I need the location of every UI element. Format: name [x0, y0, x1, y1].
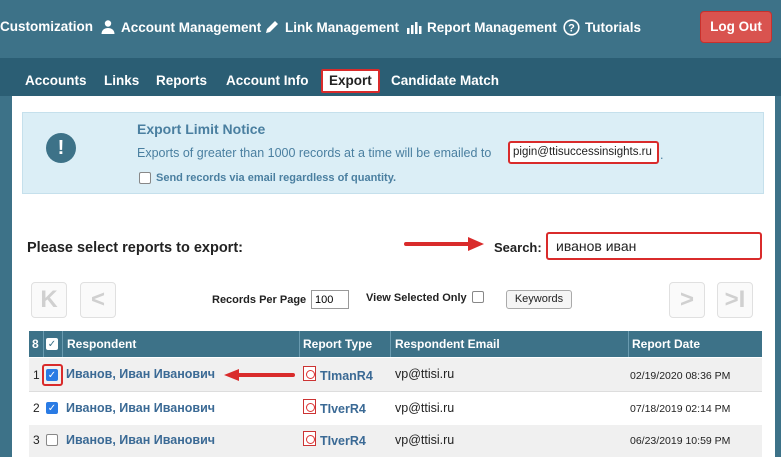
- help-circle-icon: ?: [563, 19, 580, 36]
- report-date: 06/23/2019 10:59 PM: [630, 435, 731, 447]
- tab-candidate-match[interactable]: Candidate Match: [391, 73, 499, 88]
- pdf-icon[interactable]: [303, 366, 316, 381]
- notice-title: Export Limit Notice: [137, 121, 266, 137]
- selected-count: 8: [32, 337, 39, 351]
- row-checkbox[interactable]: [46, 434, 58, 446]
- logout-button[interactable]: Log Out: [700, 11, 772, 43]
- report-date: 07/18/2019 02:14 PM: [630, 403, 731, 415]
- respondent-name-link[interactable]: Иванов, Иван Иванович: [66, 401, 215, 415]
- left-strip: [0, 96, 12, 457]
- svg-text:?: ?: [568, 23, 575, 35]
- next-page-button[interactable]: >: [669, 282, 705, 318]
- notice-period: .: [660, 148, 664, 162]
- users-icon: [101, 20, 115, 34]
- nav-tutorials[interactable]: ? Tutorials: [563, 19, 641, 36]
- tab-accounts[interactable]: Accounts: [25, 73, 87, 88]
- search-label: Search:: [494, 240, 542, 255]
- row-number: 3: [33, 433, 40, 447]
- header-report-type[interactable]: Report Type: [303, 337, 372, 351]
- report-type-link[interactable]: TIverR4: [320, 402, 366, 416]
- header-date[interactable]: Report Date: [632, 337, 700, 351]
- nav-customization[interactable]: Customization: [0, 19, 93, 34]
- column-separator: [390, 331, 391, 357]
- nav-report-management[interactable]: Report Management: [406, 19, 557, 35]
- notice-email: pigin@ttisuccessinsights.ru: [508, 141, 659, 164]
- respondent-name-link[interactable]: Иванов, Иван Иванович: [66, 433, 215, 447]
- notice-text: Exports of greater than 1000 records at …: [137, 146, 492, 160]
- respondent-email: vp@ttisi.ru: [395, 367, 455, 381]
- header-email[interactable]: Respondent Email: [395, 337, 500, 351]
- arrow-left-icon: [224, 369, 295, 381]
- pencil-icon: [266, 21, 278, 33]
- tab-account-info[interactable]: Account Info: [226, 73, 309, 88]
- column-separator: [299, 331, 300, 357]
- first-page-button[interactable]: K: [31, 282, 67, 318]
- column-separator: [62, 331, 63, 357]
- tab-links[interactable]: Links: [104, 73, 139, 88]
- view-selected-checkbox[interactable]: [472, 291, 484, 303]
- pdf-icon[interactable]: [303, 431, 316, 446]
- view-selected-label: View Selected Only: [366, 292, 467, 304]
- exclamation-icon: !: [46, 133, 76, 163]
- search-input[interactable]: [546, 232, 762, 260]
- highlight-box: [42, 364, 63, 386]
- nav-link-management[interactable]: Link Management: [264, 19, 399, 35]
- records-per-page-label: Records Per Page: [212, 294, 307, 306]
- send-via-email-label: Send records via email regardless of qua…: [156, 172, 397, 184]
- respondent-email: vp@ttisi.ru: [395, 401, 455, 415]
- select-all-checkbox[interactable]: ✓: [46, 338, 58, 350]
- send-via-email-checkbox[interactable]: [139, 172, 151, 184]
- prev-page-button[interactable]: <: [80, 282, 116, 318]
- tab-reports[interactable]: Reports: [156, 73, 207, 88]
- tab-export[interactable]: Export: [321, 69, 380, 93]
- nav-account-management[interactable]: Account Management: [100, 19, 261, 35]
- header-respondent[interactable]: Respondent: [67, 337, 136, 351]
- report-date: 02/19/2020 08:36 PM: [630, 370, 731, 382]
- row-number: 2: [33, 401, 40, 415]
- last-page-button[interactable]: >I: [717, 282, 753, 318]
- arrow-right-icon: [404, 237, 484, 251]
- respondent-email: vp@ttisi.ru: [395, 433, 455, 447]
- row-number: 1: [33, 368, 40, 382]
- row-checkbox[interactable]: ✓: [46, 402, 58, 414]
- bar-chart-icon: [407, 22, 422, 34]
- column-separator: [628, 331, 629, 357]
- records-per-page-input[interactable]: [311, 290, 349, 309]
- top-nav: Customization Account Management Link Ma…: [0, 0, 781, 58]
- report-type-link[interactable]: TImanR4: [320, 369, 373, 383]
- report-type-link[interactable]: TIverR4: [320, 434, 366, 448]
- select-reports-label: Please select reports to export:: [27, 240, 243, 256]
- keywords-button[interactable]: Keywords: [506, 290, 572, 309]
- respondent-name-link[interactable]: Иванов, Иван Иванович: [66, 367, 215, 381]
- pdf-icon[interactable]: [303, 399, 316, 414]
- column-separator: [43, 331, 44, 357]
